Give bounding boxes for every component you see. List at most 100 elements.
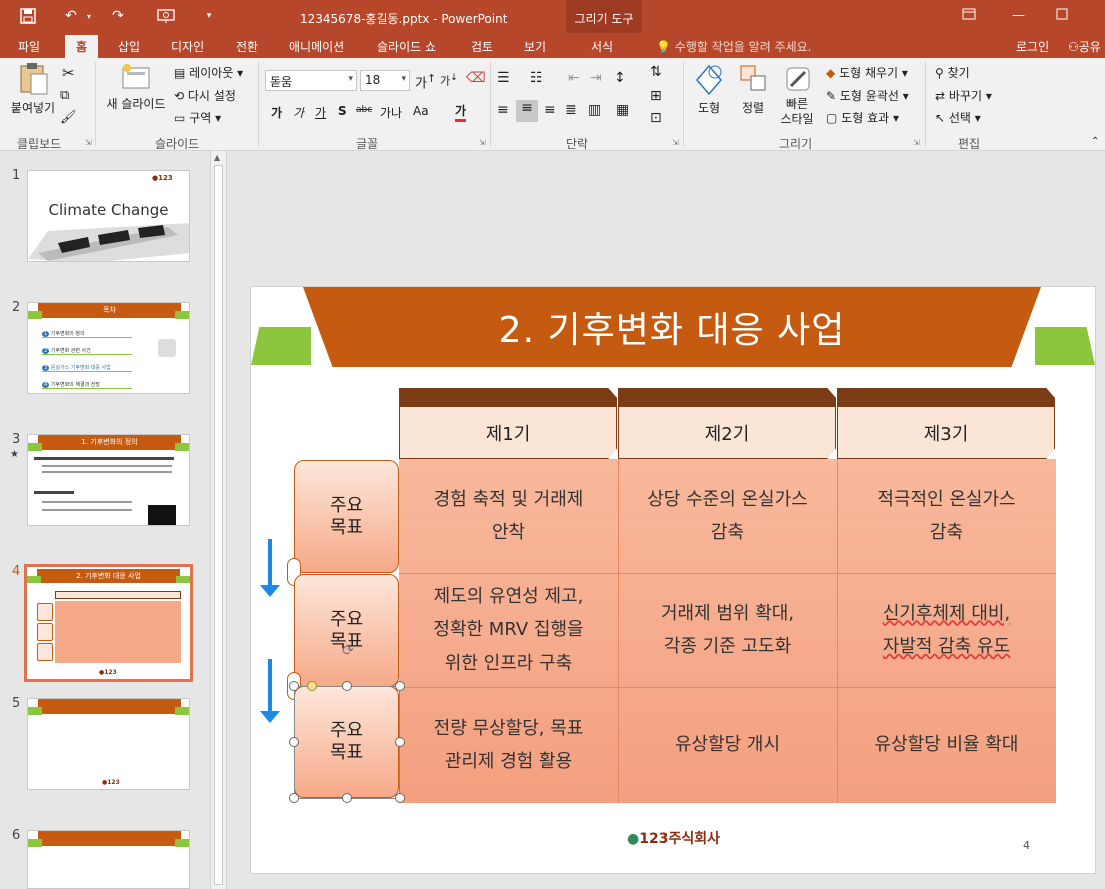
shape-fill-button[interactable]: ◆ 도형 채우기 ▾ — [826, 64, 908, 81]
grow-font-icon[interactable]: 가↑ — [415, 72, 436, 91]
undo-dropdown-icon[interactable]: ▾ — [84, 6, 94, 26]
tell-me-box[interactable]: 💡 수행할 작업을 알려 주세요. — [656, 38, 811, 55]
tab-design[interactable]: 디자인 — [171, 38, 204, 55]
slide-thumbnail-6[interactable] — [27, 830, 190, 889]
slideshow-start-icon[interactable] — [155, 6, 177, 26]
rotate-handle-icon[interactable]: ⟳ — [339, 643, 357, 661]
tab-view[interactable]: 보기 — [524, 38, 546, 55]
tab-home[interactable]: 홈 — [65, 35, 99, 58]
line-spacing-icon[interactable]: ↕ — [614, 70, 626, 86]
tab-format[interactable]: 서식 — [591, 38, 613, 55]
table-cell-r1c2[interactable]: 상당 수준의 온실가스 감축 — [618, 459, 837, 573]
align-text-icon[interactable]: ⊞ — [650, 88, 662, 104]
section-button[interactable]: ▭ 구역 ▾ — [174, 109, 221, 126]
column-header-1[interactable]: 제1기 — [399, 388, 617, 459]
char-spacing-button[interactable]: 가나 — [380, 104, 402, 121]
slide-thumbnail-1[interactable]: ●123 Climate Change — [27, 170, 190, 262]
bold-button[interactable]: 가 — [271, 104, 282, 121]
resize-handle[interactable] — [289, 681, 299, 691]
align-right-icon[interactable]: ≡ — [544, 102, 556, 118]
table-cell-r2c1[interactable]: 제도의 유연성 제고, 정확한 MRV 집행을 위한 인프라 구축 — [399, 573, 618, 687]
slide-thumbnail-5[interactable]: ●123 — [27, 698, 190, 790]
resize-handle[interactable] — [395, 681, 405, 691]
resize-handle[interactable] — [289, 737, 299, 747]
table-cell-r2c2[interactable]: 거래제 범위 확대, 각종 기준 고도화 — [618, 573, 837, 687]
paste-button[interactable]: 붙여넣기 — [8, 62, 58, 128]
table-cell-r1c3[interactable]: 적극적인 온실가스 감축 — [837, 459, 1056, 573]
font-name-combo[interactable]: 돋움 ▾ — [265, 70, 357, 91]
tab-insert[interactable]: 삽입 — [118, 38, 140, 55]
share-button[interactable]: ⚇공유 — [1068, 38, 1101, 55]
tab-file[interactable]: 파일 — [18, 38, 40, 55]
format-painter-icon[interactable]: 🖌 — [60, 110, 77, 125]
resize-handle[interactable] — [395, 737, 405, 747]
find-button[interactable]: ⚲ 찾기 — [935, 64, 970, 81]
align-left-icon[interactable]: ≡ — [497, 102, 509, 118]
strike-button[interactable]: abc — [356, 105, 372, 115]
scrollbar-thumb[interactable] — [214, 165, 223, 885]
ribbon-display-icon[interactable] — [962, 8, 976, 24]
replace-button[interactable]: ⇄ 바꾸기 ▾ — [935, 87, 992, 104]
text-direction-icon[interactable]: ⇅ — [650, 64, 662, 80]
resize-handle[interactable] — [342, 681, 352, 691]
slide-4[interactable]: 2. 기후변화 대응 사업 제1기 제2기 제3기 경험 축적 및 거래제 안착… — [250, 286, 1096, 874]
tab-transitions[interactable]: 전환 — [236, 38, 258, 55]
collapse-ribbon-icon[interactable]: ⌃ — [1091, 136, 1099, 147]
table-cell-r3c1[interactable]: 전량 무상할당, 목표 관리제 경험 활용 — [399, 687, 618, 803]
decrease-indent-icon[interactable]: ⇤ — [568, 70, 580, 86]
row-header-2[interactable]: 주요 목표 — [294, 574, 399, 687]
layout-button[interactable]: ▤ 레이아웃 ▾ — [174, 64, 243, 81]
new-slide-button[interactable]: 새 슬라이드 — [103, 62, 169, 112]
change-case-button[interactable]: Aa — [413, 104, 429, 118]
slide-thumbnail-3[interactable]: 1. 기후변화의 정의 — [27, 434, 190, 526]
shadow-button[interactable]: S — [338, 104, 347, 118]
table-cell-r3c3[interactable]: 유상할당 비율 확대 — [837, 687, 1056, 803]
login-link[interactable]: 로그인 — [1016, 38, 1049, 55]
distributed-icon[interactable]: ▥ — [588, 102, 601, 118]
shape-effect-button[interactable]: ▢ 도형 효과 ▾ — [826, 109, 899, 126]
customize-toolbar-icon[interactable]: ▾ — [202, 6, 216, 26]
maximize-icon[interactable] — [1056, 8, 1068, 24]
thumbnail-scrollbar[interactable]: ▲ — [210, 151, 227, 889]
justify-icon[interactable]: ≣ — [565, 102, 577, 118]
scroll-up-icon[interactable]: ▲ — [214, 153, 220, 162]
save-icon[interactable] — [18, 6, 38, 26]
clipboard-launcher-icon[interactable]: ⇲ — [85, 138, 92, 147]
underline-button[interactable]: 가 — [315, 104, 326, 121]
adjust-handle[interactable] — [307, 681, 317, 691]
smartart-icon[interactable]: ⊡ — [650, 110, 662, 126]
shape-outline-button[interactable]: ✎ 도형 윤곽선 ▾ — [826, 87, 909, 104]
slide-thumbnail-4[interactable]: 2. 기후변화 대응 사업 ●123 — [24, 564, 193, 682]
table-cell-r1c1[interactable]: 경험 축적 및 거래제 안착 — [399, 459, 618, 573]
slide-thumbnail-2[interactable]: 목차 1 기후변화의 정의 2 기후변화 관련 사건 3 온실가스 기후변화 대… — [27, 302, 190, 394]
quick-style-button[interactable]: 빠른 스타일 — [774, 64, 820, 126]
column-header-2[interactable]: 제2기 — [618, 388, 836, 459]
minimize-icon[interactable]: — — [1012, 8, 1025, 23]
tab-slideshow[interactable]: 슬라이드 쇼 — [377, 38, 436, 55]
resize-handle[interactable] — [342, 793, 352, 803]
redo-icon[interactable]: ↷ — [108, 6, 128, 26]
align-center-icon[interactable]: ≡ — [516, 100, 538, 122]
paragraph-launcher-icon[interactable]: ⇲ — [672, 138, 679, 147]
font-color-button[interactable]: 가 — [455, 102, 467, 122]
row-header-1[interactable]: 주요 목표 — [294, 460, 399, 573]
table-cell-r3c2[interactable]: 유상할당 개시 — [618, 687, 837, 803]
undo-icon[interactable]: ↶ — [60, 6, 82, 26]
columns-icon[interactable]: ▦ — [616, 102, 629, 118]
font-launcher-icon[interactable]: ⇲ — [479, 138, 486, 147]
resize-handle[interactable] — [395, 793, 405, 803]
cut-icon[interactable]: ✂ — [62, 64, 75, 82]
font-size-combo[interactable]: 18 ▾ — [360, 70, 410, 91]
bullets-icon[interactable]: ☰ — [497, 70, 510, 86]
shrink-font-icon[interactable]: 가↓ — [440, 72, 458, 89]
tab-animations[interactable]: 애니메이션 — [289, 38, 344, 55]
table-cell-r2c3[interactable]: 신기후체제 대비, 자발적 감축 유도 — [837, 573, 1056, 687]
arrange-button[interactable]: 정렬 — [734, 62, 772, 116]
drawing-launcher-icon[interactable]: ⇲ — [913, 138, 920, 147]
tab-review[interactable]: 검토 — [471, 38, 493, 55]
column-header-3[interactable]: 제3기 — [837, 388, 1055, 459]
italic-button[interactable]: 가 — [293, 104, 304, 121]
reset-button[interactable]: ⟲ 다시 설정 — [174, 87, 236, 104]
slide-title[interactable]: 2. 기후변화 대응 사업 — [303, 287, 1041, 367]
shape-button[interactable]: 도형 — [690, 62, 728, 116]
